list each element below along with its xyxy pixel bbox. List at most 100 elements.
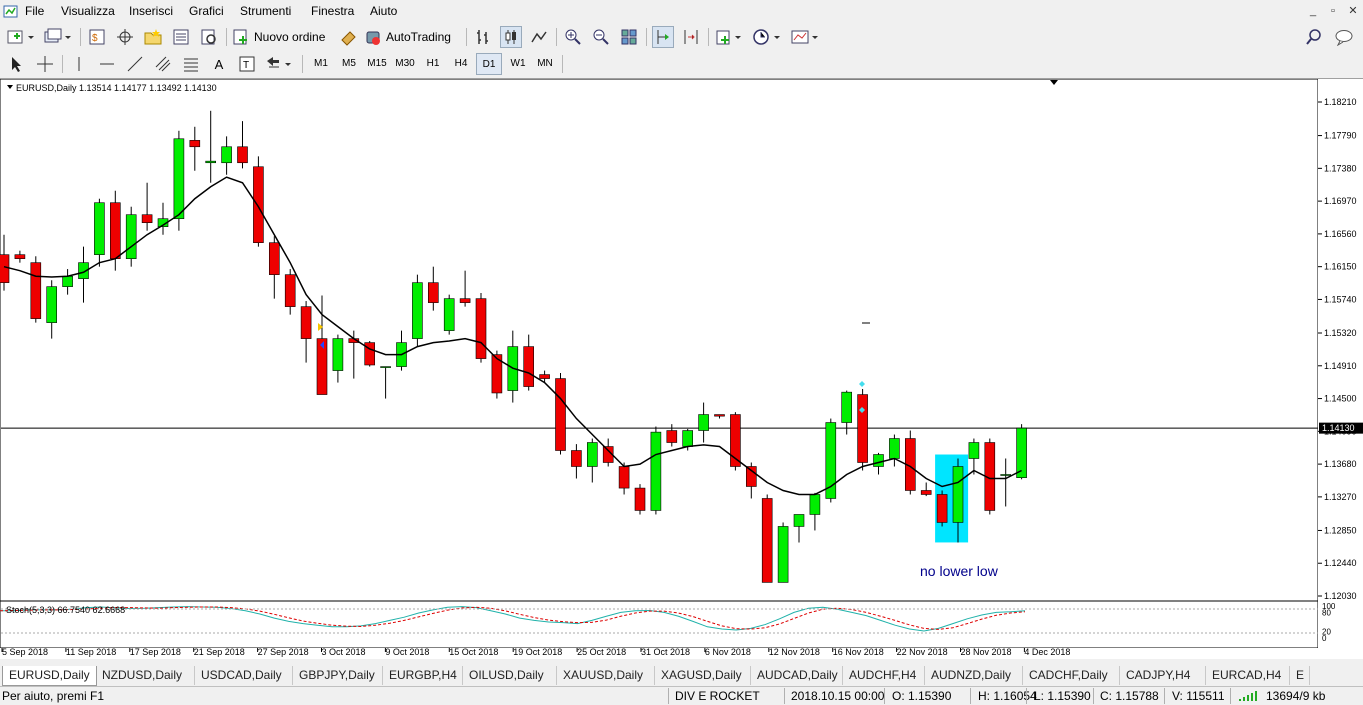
status-datetime: 2018.10.15 00:00 <box>791 689 885 703</box>
close-icon[interactable]: ✕ <box>1345 4 1361 18</box>
menu-file[interactable]: File <box>25 4 44 18</box>
chart-tab[interactable]: CADJPY,H4 <box>1120 666 1206 685</box>
fibonacci-icon <box>184 58 198 72</box>
arrows-button[interactable] <box>264 53 296 75</box>
candle-body <box>14 254 26 259</box>
timeframe-m15[interactable]: M15 <box>364 53 390 75</box>
menu-tools[interactable]: Strumenti <box>240 4 291 18</box>
minimize-icon[interactable]: _ <box>1305 4 1321 18</box>
autoscroll-button[interactable] <box>652 26 674 48</box>
timeframe-w1[interactable]: W1 <box>505 53 531 75</box>
chart-tab[interactable]: AUDNZD,Daily <box>925 666 1023 685</box>
equidistant-channel-button[interactable] <box>152 53 174 75</box>
chart-tab[interactable]: EURGBP,H4 <box>383 666 463 685</box>
horizontal-line-button[interactable] <box>96 53 118 75</box>
text-label-button[interactable]: T <box>236 53 258 75</box>
date-tick-label: 17 Sep 2018 <box>130 647 181 657</box>
timeframe-m5[interactable]: M5 <box>336 53 362 75</box>
restore-icon[interactable]: ▫ <box>1325 4 1341 18</box>
autotrading-button[interactable]: AutoTrading <box>364 26 460 48</box>
vertical-line-icon <box>78 57 80 71</box>
date-tick-label: 6 Nov 2018 <box>705 647 751 657</box>
price-tick-label: 1.16150 <box>1324 262 1357 272</box>
date-tick-label: 15 Oct 2018 <box>449 647 498 657</box>
market-watch-button[interactable]: $ <box>86 26 108 48</box>
candle-body <box>475 298 487 359</box>
candlestick-button[interactable] <box>500 26 522 48</box>
status-profile[interactable]: DIV E ROCKET <box>675 689 760 703</box>
cursor-button[interactable] <box>6 53 26 75</box>
chart-canvas[interactable]: 1.18210 1.17790 1.17380 1.16970 1.16560 1.161… <box>0 79 1363 659</box>
data-window-button[interactable] <box>114 26 136 48</box>
periods-button[interactable] <box>750 26 784 48</box>
chart-tab[interactable]: NZDUSD,Daily <box>96 666 195 685</box>
chart-tab[interactable]: AUDCAD,Daily <box>751 666 843 685</box>
svg-text:$: $ <box>92 33 98 44</box>
chart-annotation[interactable]: no lower low <box>920 563 999 579</box>
date-tick-label: 16 Nov 2018 <box>833 647 884 657</box>
connection-icon[interactable] <box>1238 690 1262 702</box>
status-high: H: 1.16054 <box>978 689 1037 703</box>
new-order-button[interactable]: Nuovo ordine <box>232 26 332 48</box>
metaeditor-icon <box>341 31 356 46</box>
navigator-button[interactable] <box>142 26 164 48</box>
chart-tab[interactable]: CADCHF,Daily <box>1023 666 1120 685</box>
menu-insert[interactable]: Inserisci <box>129 4 173 18</box>
svg-text:T: T <box>243 60 249 71</box>
candle-body <box>761 498 773 583</box>
timeframe-h4[interactable]: H4 <box>448 53 474 75</box>
tile-windows-button[interactable] <box>618 26 640 48</box>
search-button[interactable] <box>1303 26 1325 48</box>
templates-button[interactable] <box>788 26 822 48</box>
trendline-button[interactable] <box>124 53 146 75</box>
menu-help[interactable]: Aiuto <box>370 4 397 18</box>
text-button[interactable]: A <box>208 53 230 75</box>
chart-tab[interactable]: AUDCHF,H4 <box>843 666 925 685</box>
timeframe-d1[interactable]: D1 <box>476 53 502 75</box>
chart-tab[interactable]: GBPJPY,Daily <box>293 666 383 685</box>
chart-tab[interactable]: USDCAD,Daily <box>195 666 293 685</box>
zoom-in-button[interactable] <box>562 26 584 48</box>
timeframe-m1[interactable]: M1 <box>308 53 334 75</box>
crosshair-tool-button[interactable] <box>34 53 56 75</box>
date-tick-label: 22 Nov 2018 <box>897 647 948 657</box>
chart-tab[interactable]: EURCAD,H4 <box>1206 666 1290 685</box>
new-chart-button[interactable] <box>4 26 38 48</box>
price-tick-label: 1.12850 <box>1324 525 1357 535</box>
chart-window[interactable]: 1.18210 1.17790 1.17380 1.16970 1.16560 1.161… <box>0 78 1363 659</box>
tester-button[interactable] <box>198 26 220 48</box>
chart-tab[interactable]: E <box>1290 666 1310 685</box>
menu-window[interactable]: Finestra <box>311 4 354 18</box>
terminal-button[interactable] <box>170 26 192 48</box>
candle-body <box>777 526 789 583</box>
date-tick-label: 25 Oct 2018 <box>577 647 626 657</box>
timeframe-mn[interactable]: MN <box>532 53 558 75</box>
candle-body <box>745 466 757 487</box>
new-order-icon <box>233 29 247 45</box>
chat-button[interactable] <box>1332 26 1356 48</box>
timeframe-m30[interactable]: M30 <box>392 53 418 75</box>
candle-body <box>841 391 853 423</box>
standard-toolbar: $ Nuovo ordine AutoTrading <box>0 24 1363 50</box>
candle-body <box>221 146 232 164</box>
zoom-out-button[interactable] <box>590 26 612 48</box>
vertical-line-button[interactable] <box>68 53 90 75</box>
chart-tab[interactable]: OILUSD,Daily <box>463 666 557 685</box>
chart-tab[interactable]: XAGUSD,Daily <box>655 666 751 685</box>
chart-shift-button[interactable] <box>680 26 702 48</box>
chart-tab[interactable]: XAUUSD,Daily <box>557 666 655 685</box>
candle-body <box>284 274 296 307</box>
timeframe-h1[interactable]: H1 <box>420 53 446 75</box>
bar-chart-button[interactable] <box>472 26 494 48</box>
fibonacci-button[interactable] <box>180 53 202 75</box>
chart-tab[interactable]: EURUSD,Daily <box>2 666 97 686</box>
menu-charts[interactable]: Grafici <box>189 4 224 18</box>
line-chart-button[interactable] <box>528 26 550 48</box>
profiles-button[interactable] <box>42 26 74 48</box>
text-tool-icon: A <box>214 56 224 72</box>
profiles-icon <box>44 28 71 43</box>
metaeditor-button[interactable] <box>338 26 360 48</box>
price-tick-label: 1.16970 <box>1324 196 1357 206</box>
indicators-button[interactable] <box>714 26 746 48</box>
menu-view[interactable]: Visualizza <box>61 4 115 18</box>
